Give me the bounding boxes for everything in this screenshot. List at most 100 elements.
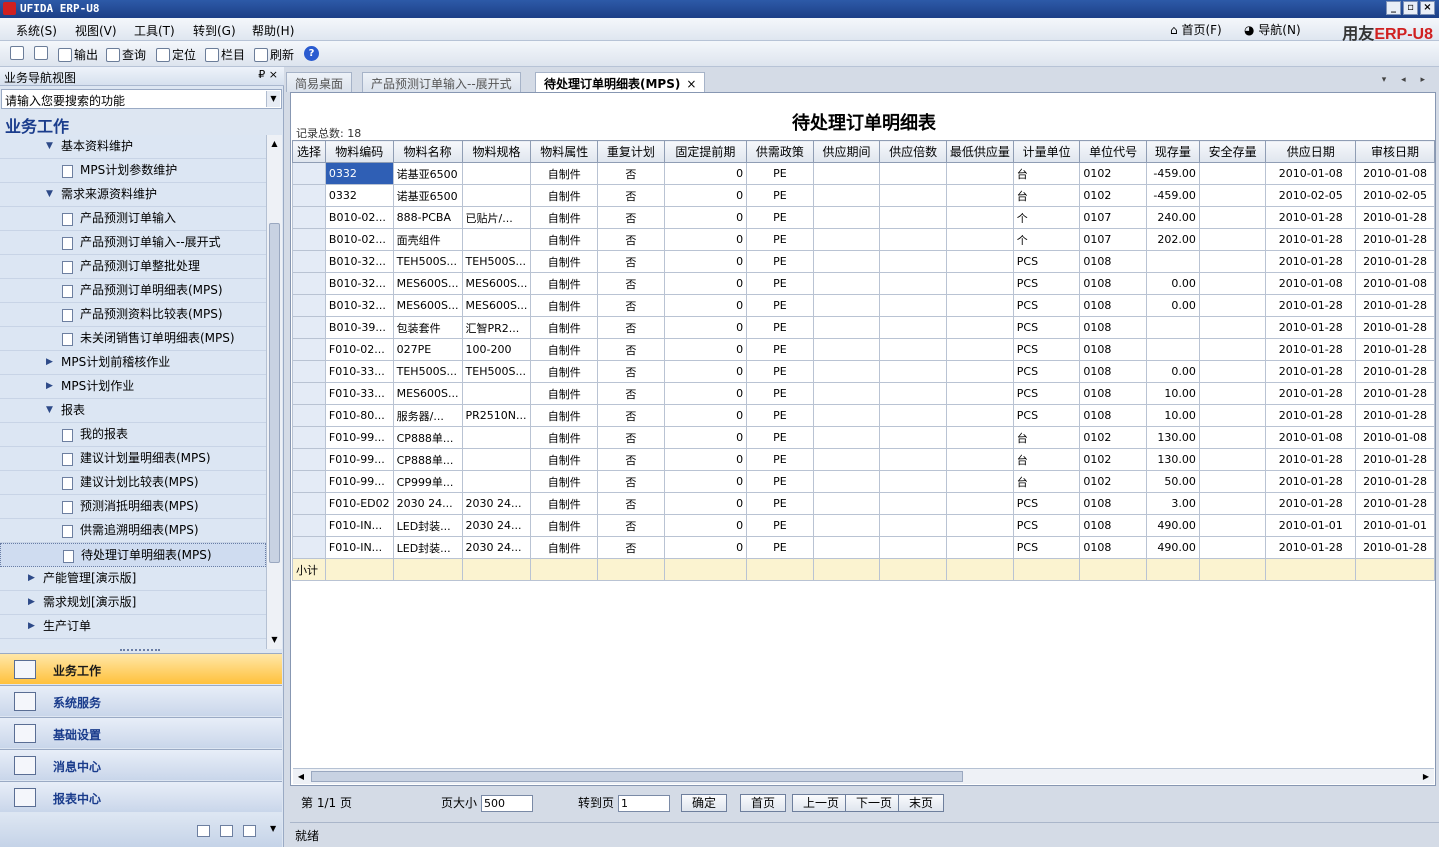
shortcut-icon[interactable] [197, 825, 210, 837]
row-select-cell[interactable] [292, 470, 326, 493]
minimize-icon[interactable]: _ [1386, 1, 1401, 15]
tree-folder[interactable]: ▶ MPS计划作业 [0, 375, 266, 399]
table-row[interactable]: 0332 诺基亚6500 自制件否 0 PE 台 0102 -459.00 2010-02-05… [292, 184, 1435, 207]
refresh-button[interactable]: 刷新 [254, 46, 294, 63]
next-page-button[interactable]: 下一页 [845, 794, 904, 812]
row-select-cell[interactable] [292, 360, 326, 383]
table-row[interactable]: F010-33... MES600S... 自制件否 0 PE PCS 0108 10.00 2… [292, 382, 1435, 405]
row-select-cell[interactable] [292, 206, 326, 229]
column-header[interactable]: 物料规格 [461, 140, 532, 163]
table-row[interactable]: F010-33... TEH500S... TEH500S... 自制件否 0 PE PCS… [292, 360, 1435, 383]
table-row[interactable]: F010-02... 027PE 100-200 自制件否 0 PE PCS 0108 2010… [292, 338, 1435, 361]
column-header[interactable]: 安全存量 [1198, 140, 1267, 163]
column-header[interactable]: 供应倍数 [879, 140, 947, 163]
row-select-cell[interactable] [292, 338, 326, 361]
row-select-cell[interactable] [292, 294, 326, 317]
restore-icon[interactable]: ▫ [1403, 1, 1418, 15]
tree-item[interactable]: 建议计划比较表(MPS) [0, 471, 266, 495]
collapsed-arrow-icon[interactable]: ▶ [46, 351, 53, 374]
grid-horizontal-scrollbar[interactable]: ◀ ▶ [293, 768, 1434, 784]
row-select-cell[interactable] [292, 448, 326, 471]
prev-page-button[interactable]: 上一页 [792, 794, 851, 812]
column-header[interactable]: 单位代号 [1079, 140, 1147, 163]
tree-item[interactable]: 供需追溯明细表(MPS) [0, 519, 266, 543]
navigation-link[interactable]: ◕ 导航(N) [1244, 21, 1301, 38]
tab-pending-order-detail[interactable]: 待处理订单明细表(MPS) × [535, 72, 706, 93]
expanded-arrow-icon[interactable]: ▼ [46, 399, 53, 422]
table-row[interactable]: F010-99... CP888单... 自制件否 0 PE 台 0102 130.00 201… [292, 448, 1435, 471]
tree-item[interactable]: 产品预测订单输入 [0, 207, 266, 231]
confirm-button[interactable]: 确定 [681, 794, 728, 812]
table-row[interactable]: F010-80... 服务器/... PR2510N... 自制件否 0 PE PCS 010… [292, 404, 1435, 427]
menu-goto[interactable]: 转到(G) [193, 22, 236, 39]
row-select-cell[interactable] [292, 514, 326, 537]
column-header[interactable]: 现存量 [1145, 140, 1200, 163]
close-icon[interactable]: × [1420, 1, 1435, 15]
row-select-cell[interactable] [292, 382, 326, 405]
column-header[interactable]: 计量单位 [1012, 140, 1081, 163]
tree-view-icon[interactable] [243, 825, 256, 837]
row-select-cell[interactable] [292, 162, 326, 185]
table-row[interactable]: F010-IN... LED封装... 2030 24... 自制件否 0 PE PCS 01… [292, 514, 1435, 537]
function-search-input[interactable]: 请输入您要搜索的功能 ▼ [1, 89, 282, 109]
row-select-cell[interactable] [292, 426, 326, 449]
grid-icon[interactable] [220, 825, 233, 837]
table-row[interactable]: 0332 诺基亚6500 自制件否 0 PE 台 0102 -459.00 2010-01-08… [292, 162, 1435, 185]
column-header[interactable]: 重复计划 [597, 140, 665, 163]
pin-icon[interactable]: ₽ × [258, 68, 278, 81]
table-row[interactable]: B010-39... 包装套件 汇智PR2... 自制件否 0 PE PCS 0108 2010… [292, 316, 1435, 339]
tree-folder[interactable]: ▶ 产能管理[演示版] [0, 567, 266, 591]
tree-item[interactable]: 产品预测资料比较表(MPS) [0, 303, 266, 327]
collapsed-arrow-icon[interactable]: ▶ [28, 615, 35, 638]
preview-button[interactable] [34, 46, 48, 60]
tree-item[interactable]: 未关闭销售订单明细表(MPS) [0, 327, 266, 351]
nav-message-center[interactable]: 消息中心 [0, 749, 282, 780]
collapsed-arrow-icon[interactable]: ▶ [28, 591, 35, 614]
table-row[interactable]: B010-32... MES600S... MES600S... 自制件否 0 PE PCS… [292, 272, 1435, 295]
tree-folder[interactable]: ▶ MPS计划前稽核作业 [0, 351, 266, 375]
menu-tools[interactable]: 工具(T) [134, 22, 175, 39]
query-button[interactable]: 查询 [106, 46, 146, 63]
row-select-cell[interactable] [292, 492, 326, 515]
row-select-cell[interactable] [292, 250, 326, 273]
scroll-left-icon[interactable]: ◀ [294, 770, 308, 783]
goto-page-input[interactable] [618, 795, 670, 812]
column-header[interactable]: 选择 [292, 140, 326, 163]
output-button[interactable]: 输出 [58, 46, 98, 63]
help-icon[interactable]: ? [304, 46, 319, 61]
more-options-icon[interactable]: ▼ [270, 824, 276, 833]
page-size-input[interactable] [481, 795, 533, 812]
columns-button[interactable]: 栏目 [205, 46, 245, 63]
print-button[interactable] [10, 46, 24, 60]
scrollbar-thumb[interactable] [311, 771, 963, 782]
table-row[interactable]: F010-IN... LED封装... 2030 24... 自制件否 0 PE PCS 01… [292, 536, 1435, 559]
column-header[interactable]: 固定提前期 [663, 140, 748, 163]
expanded-arrow-icon[interactable]: ▼ [46, 135, 53, 158]
nav-business-work[interactable]: 业务工作 [0, 653, 282, 684]
row-select-cell[interactable] [292, 272, 326, 295]
scroll-up-icon[interactable]: ▲ [268, 137, 281, 151]
tab-navigation-arrows[interactable]: ▾ ◂ ▸ [1382, 75, 1431, 85]
tree-item[interactable]: 预测消抵明细表(MPS) [0, 495, 266, 519]
row-select-cell[interactable] [292, 184, 326, 207]
column-header[interactable]: 供应期间 [812, 140, 881, 163]
row-select-cell[interactable] [292, 536, 326, 559]
nav-basic-settings[interactable]: 基础设置 [0, 717, 282, 748]
collapsed-arrow-icon[interactable]: ▶ [46, 375, 53, 398]
nav-system-service[interactable]: 系统服务 [0, 685, 282, 716]
tree-item[interactable]: 我的报表 [0, 423, 266, 447]
column-header[interactable]: 物料名称 [392, 140, 463, 163]
menu-help[interactable]: 帮助(H) [252, 22, 294, 39]
tab-forecast-order-input-expanded[interactable]: 产品预测订单输入--展开式 [362, 72, 521, 92]
row-select-cell[interactable] [292, 404, 326, 427]
tree-folder[interactable]: ▼ 基本资料维护 [0, 135, 266, 159]
tree-item[interactable]: 产品预测订单整批处理 [0, 255, 266, 279]
table-row[interactable]: B010-02... 面壳组件 自制件否 0 PE 个 0107 202.00 2010-01-… [292, 228, 1435, 251]
tree-folder[interactable]: ▶ 生产订单 [0, 615, 266, 639]
table-row[interactable]: F010-ED02 2030 24... 2030 24... 自制件否 0 PE PCS 0… [292, 492, 1435, 515]
tree-item[interactable]: 建议计划量明细表(MPS) [0, 447, 266, 471]
nav-report-center[interactable]: 报表中心 [0, 781, 282, 812]
scrollbar-thumb[interactable] [269, 223, 280, 563]
column-header[interactable]: 供应日期 [1265, 140, 1357, 163]
tree-item[interactable]: 产品预测订单明细表(MPS) [0, 279, 266, 303]
